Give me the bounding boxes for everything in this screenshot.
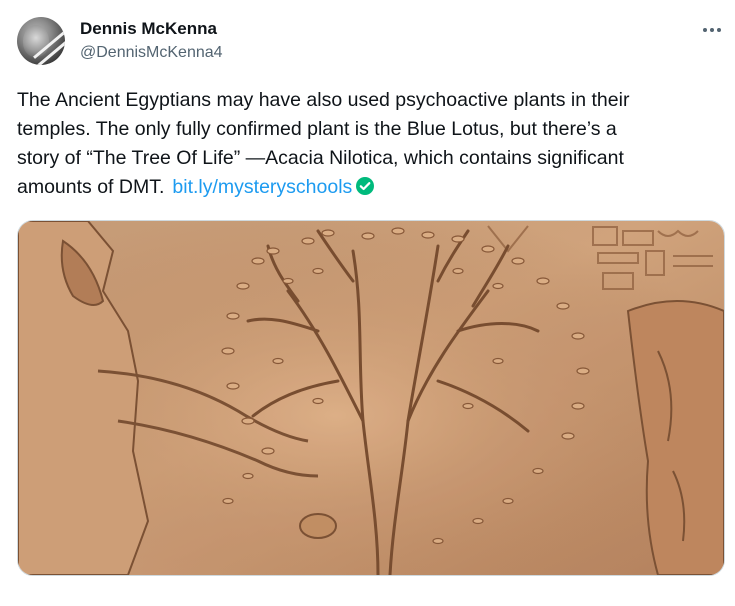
- tweet-card: Dennis McKenna @DennisMcKenna4 The Ancie…: [0, 0, 735, 606]
- tweet-text-line: amounts of DMT.: [17, 176, 165, 198]
- tweet-text-line: story of “The Tree Of Life” —Acacia Nilo…: [17, 147, 624, 169]
- tweet-text: The Ancient Egyptians may have also used…: [17, 86, 722, 202]
- tweet-text-line: temples. The only fully confirmed plant …: [17, 118, 617, 140]
- author-handle[interactable]: @DennisMcKenna4: [80, 44, 223, 62]
- tweet-text-line: The Ancient Egyptians may have also used…: [17, 89, 630, 111]
- verified-check-icon: [356, 177, 375, 195]
- author-display-name[interactable]: Dennis McKenna: [80, 19, 217, 39]
- tweet-text-line-last: amounts of DMT. bit.ly/mysteryschools: [17, 173, 722, 202]
- egyptian-relief-tree-image: [18, 221, 724, 575]
- more-options-button[interactable]: [696, 16, 728, 44]
- avatar[interactable]: [17, 17, 65, 65]
- tweet-image[interactable]: [17, 220, 725, 576]
- avatar-face: [23, 25, 49, 57]
- tweet-link[interactable]: bit.ly/mysteryschools: [172, 176, 352, 198]
- more-horizontal-icon: [703, 28, 707, 32]
